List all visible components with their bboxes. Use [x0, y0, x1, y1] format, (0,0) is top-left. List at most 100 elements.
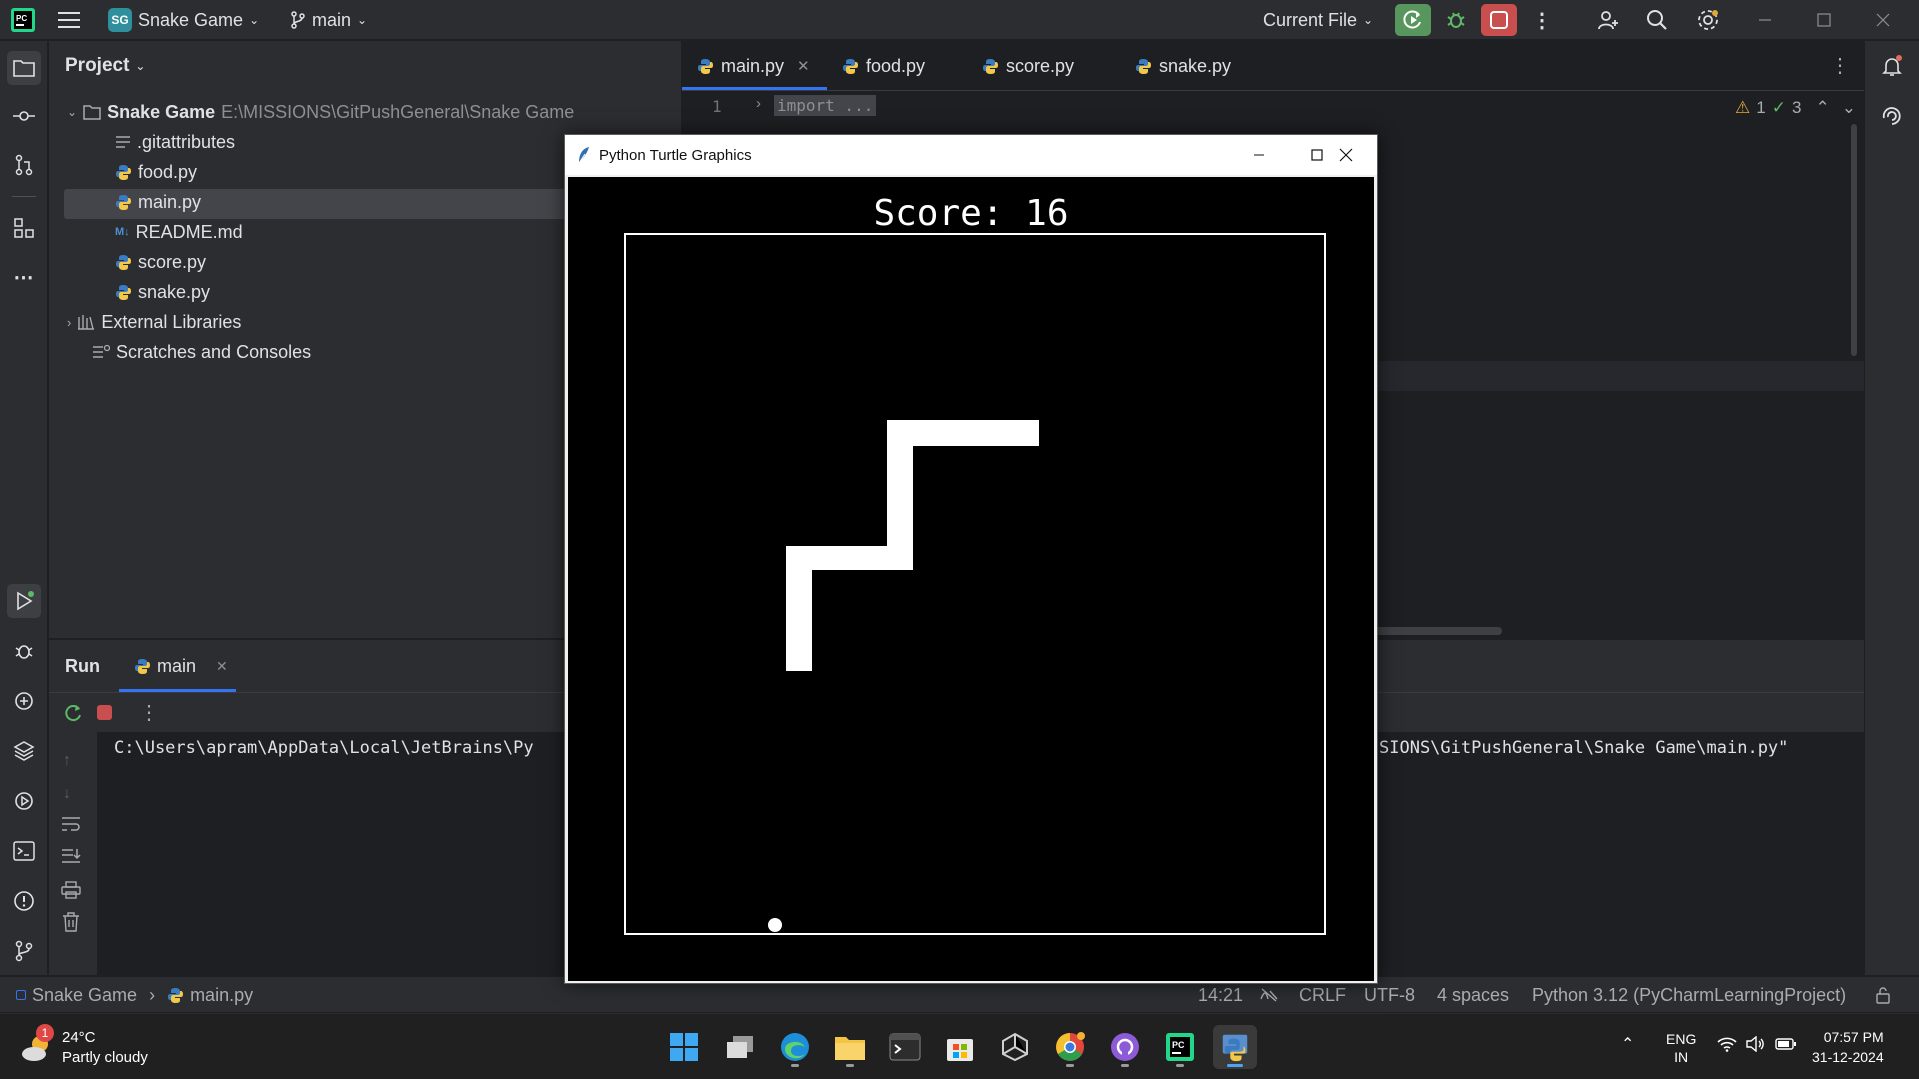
- editor-horizontal-scrollbar[interactable]: [1372, 627, 1502, 635]
- turtle-window-title-bar[interactable]: Python Turtle Graphics: [565, 135, 1377, 175]
- pycharm-taskbar-button[interactable]: PC: [1158, 1025, 1202, 1069]
- clock[interactable]: 07:57 PM 31-12-2024: [1812, 1027, 1884, 1067]
- python-packages-tool-button[interactable]: [9, 736, 39, 766]
- run-tab-main[interactable]: main ✕: [134, 640, 228, 692]
- breadcrumb-project[interactable]: Snake Game: [32, 985, 137, 1006]
- scroll-down-icon[interactable]: ↓: [63, 785, 71, 803]
- chevron-down-icon[interactable]: ⌄: [1842, 98, 1856, 118]
- commit-tool-button[interactable]: [9, 101, 39, 131]
- editor-vertical-scrollbar[interactable]: [1851, 124, 1857, 356]
- edge-taskbar-button[interactable]: [773, 1025, 817, 1069]
- chevron-down-icon: ⌄: [249, 13, 260, 27]
- run-config-selector[interactable]: Current File ⌄: [1263, 0, 1373, 40]
- tree-item-food-py[interactable]: food.py: [115, 157, 197, 187]
- window-close-button[interactable]: [1865, 4, 1901, 36]
- terminal-taskbar-button[interactable]: [883, 1025, 927, 1069]
- game-boundary: [624, 233, 1326, 935]
- run-more-icon[interactable]: ⋮: [139, 700, 159, 725]
- scroll-up-icon[interactable]: ↑: [63, 752, 71, 770]
- trash-icon[interactable]: [62, 912, 80, 932]
- structure-tool-button[interactable]: [9, 213, 39, 243]
- stop-button[interactable]: [1481, 4, 1517, 36]
- run-tool-button[interactable]: [7, 584, 41, 618]
- window-minimize-button[interactable]: [1747, 4, 1783, 36]
- indent-selector[interactable]: 4 spaces: [1437, 977, 1509, 1013]
- show-hidden-icons-icon[interactable]: ⌃: [1621, 1034, 1634, 1054]
- warning-count: 1: [1756, 98, 1766, 117]
- tab-main-py[interactable]: main.py ✕: [697, 41, 810, 91]
- notifications-button[interactable]: [1877, 51, 1907, 81]
- tab-snake-py[interactable]: snake.py: [1135, 41, 1231, 91]
- more-actions-button[interactable]: ⋮: [1524, 4, 1560, 36]
- fold-chevron-icon[interactable]: ›: [756, 95, 761, 112]
- tree-item-score-py[interactable]: score.py: [115, 247, 206, 277]
- turtle-canvas[interactable]: Score: 16: [568, 177, 1374, 981]
- debug-tool-button[interactable]: [9, 636, 39, 666]
- debug-button[interactable]: [1438, 4, 1474, 36]
- pull-requests-tool-button[interactable]: [9, 150, 39, 180]
- close-tab-icon[interactable]: ✕: [216, 658, 228, 675]
- inspection-widget[interactable]: ⚠ 1 ✓ 3 ⌃ ⌄: [1735, 98, 1856, 118]
- project-panel-header[interactable]: Project ⌄: [65, 55, 145, 77]
- language-indicator[interactable]: ENG IN: [1666, 1030, 1696, 1066]
- git-tool-button[interactable]: [9, 936, 39, 966]
- soft-wrap-icon[interactable]: [61, 816, 81, 832]
- pycharm-logo-icon[interactable]: PC: [10, 0, 36, 40]
- close-tab-icon[interactable]: ✕: [797, 57, 810, 75]
- interpreter-selector[interactable]: Python 3.12 (PyCharmLearningProject): [1532, 977, 1846, 1013]
- left-tool-strip: ⋯: [0, 41, 48, 975]
- services-tool-button[interactable]: [9, 786, 39, 816]
- system-tray-icons[interactable]: [1717, 1036, 1797, 1052]
- tree-item-gitattributes[interactable]: .gitattributes: [115, 127, 235, 157]
- github-desktop-taskbar-button[interactable]: [1103, 1025, 1147, 1069]
- tree-item-snake-py[interactable]: snake.py: [115, 277, 210, 307]
- project-switcher[interactable]: SG Snake Game ⌄: [108, 0, 259, 40]
- tree-item-readme-md[interactable]: M↓ README.md: [115, 217, 243, 247]
- folded-imports[interactable]: import ...: [774, 95, 877, 116]
- tab-score-py[interactable]: score.py: [982, 41, 1074, 91]
- tree-item-main-py[interactable]: main.py: [115, 187, 201, 217]
- tree-item-root[interactable]: ⌄ Snake Game E:\MISSIONS\GitPushGeneral\…: [67, 97, 574, 127]
- chevron-up-icon[interactable]: ⌃: [1815, 98, 1829, 118]
- chevron-down-icon[interactable]: ⌄: [67, 105, 77, 119]
- weather-widget[interactable]: 1 24°C Partly cloudy: [20, 1024, 148, 1068]
- tree-item-external-libraries[interactable]: › External Libraries: [67, 307, 241, 337]
- file-explorer-taskbar-button[interactable]: [828, 1025, 872, 1069]
- terminal-tool-button[interactable]: [9, 836, 39, 866]
- store-taskbar-button[interactable]: [938, 1025, 982, 1069]
- project-tool-button[interactable]: [7, 51, 41, 85]
- chevron-right-icon[interactable]: ›: [67, 315, 71, 330]
- code-with-me-button[interactable]: [1590, 4, 1626, 36]
- task-view-button[interactable]: [718, 1025, 762, 1069]
- tab-options-icon[interactable]: ⋮: [1830, 53, 1850, 78]
- chevron-down-icon: ⌄: [135, 59, 146, 73]
- problems-tool-button[interactable]: [9, 886, 39, 916]
- read-only-lock-icon[interactable]: [1874, 977, 1892, 1013]
- warning-icon: ⚠: [1735, 98, 1751, 117]
- breadcrumb-file[interactable]: main.py: [190, 985, 253, 1006]
- turtle-close-button[interactable]: [1317, 135, 1375, 175]
- tab-food-py[interactable]: food.py: [842, 41, 925, 91]
- search-button[interactable]: [1639, 4, 1675, 36]
- active-tab-indicator: [682, 87, 827, 90]
- unity-taskbar-button[interactable]: [993, 1025, 1037, 1069]
- pycharm-icon: PC: [1166, 1033, 1194, 1061]
- python-taskbar-button[interactable]: [1213, 1025, 1257, 1069]
- settings-button[interactable]: [1690, 4, 1726, 36]
- rerun-button[interactable]: [1395, 4, 1431, 36]
- stop-small-button[interactable]: [97, 705, 112, 720]
- scroll-to-end-icon[interactable]: [61, 848, 81, 864]
- python-console-tool-button[interactable]: [9, 686, 39, 716]
- hamburger-menu-icon[interactable]: [58, 0, 80, 40]
- tree-item-scratches[interactable]: Scratches and Consoles: [92, 337, 311, 367]
- ai-assistant-button[interactable]: [1877, 101, 1907, 131]
- branch-switcher[interactable]: main ⌄: [290, 0, 367, 40]
- turtle-minimize-button[interactable]: [1230, 135, 1288, 175]
- window-maximize-button[interactable]: [1806, 4, 1842, 36]
- print-icon[interactable]: [61, 881, 81, 899]
- structure-icon: [14, 218, 34, 238]
- chrome-taskbar-button[interactable]: [1048, 1025, 1092, 1069]
- more-tools-button[interactable]: ⋯: [9, 262, 39, 292]
- start-button[interactable]: [662, 1025, 706, 1069]
- rerun-small-button[interactable]: [63, 703, 83, 723]
